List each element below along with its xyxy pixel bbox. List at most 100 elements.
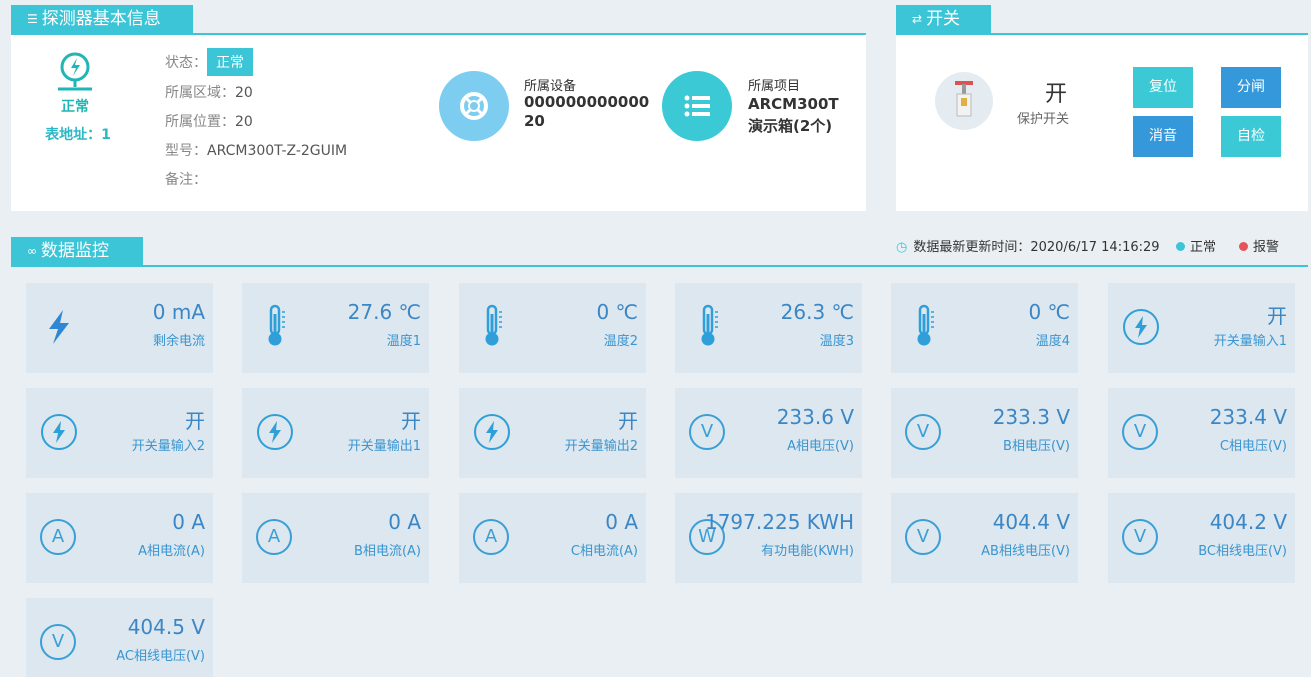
tile-value: 0 ℃ (1028, 300, 1070, 324)
tile-name: BC相线电压(V) (1198, 544, 1287, 559)
tile-value: 404.5 V (127, 615, 205, 639)
monitor-tile: V 233.6 V A相电压(V) (675, 388, 862, 478)
update-time: 2020/6/17 14:16:29 (1030, 240, 1160, 255)
self-test-button[interactable]: 自检 (1221, 116, 1281, 157)
legend-normal: 正常 (1176, 236, 1216, 255)
monitor-tile: V 233.4 V C相电压(V) (1108, 388, 1295, 478)
switch-section-title: 开关 (926, 9, 961, 29)
tile-value: 开 (401, 409, 421, 433)
tile-name: B相电压(V) (1003, 439, 1070, 454)
voltage-icon: V (40, 624, 76, 660)
tile-value: 233.6 V (776, 405, 854, 429)
mute-button[interactable]: 消音 (1133, 116, 1193, 157)
thermometer-icon (473, 304, 511, 346)
remark-label: 备注： (165, 172, 207, 188)
sliders-icon: ☰ (27, 12, 38, 26)
switch-state: 开 (1045, 82, 1068, 107)
area-label: 所属区域： (165, 85, 235, 101)
tile-value: 开 (1267, 304, 1287, 328)
monitor-tile: 0 ℃ 温度2 (459, 283, 646, 373)
tile-value: 27.6 ℃ (347, 300, 421, 324)
breaker-image (935, 72, 993, 130)
monitor-tile: 开开关量输入1 (1108, 283, 1295, 373)
clock-icon: ◷ (896, 240, 908, 255)
tile-value: 1797.225 KWH (704, 510, 854, 534)
tile-name: B相电流(A) (354, 544, 421, 559)
open-breaker-button[interactable]: 分闸 (1221, 67, 1281, 108)
tile-name: 温度4 (1035, 334, 1070, 349)
monitor-tile: 0 ℃ 温度4 (891, 283, 1078, 373)
tile-name: 温度3 (819, 334, 854, 349)
tile-name: 温度1 (386, 334, 421, 349)
device-circle (439, 71, 509, 141)
area-row: 所属区域：20 (165, 82, 253, 102)
position-row: 所属位置：20 (165, 111, 253, 131)
switch-bolt-icon (256, 413, 294, 451)
monitor-tile: V 233.3 V B相电压(V) (891, 388, 1078, 478)
voltage-icon: V (1122, 414, 1158, 450)
legend-alarm: 报警 (1239, 236, 1279, 255)
monitor-tile: V 404.4 V AB相线电压(V) (891, 493, 1078, 583)
project-circle (662, 71, 732, 141)
monitor-tile: V 404.2 V BC相线电压(V) (1108, 493, 1295, 583)
current-icon: A (256, 519, 292, 555)
voltage-icon: V (905, 519, 941, 555)
model-row: 型号：ARCM300T-Z-2GUIM (165, 140, 347, 160)
tile-name: 开关量输出2 (564, 439, 638, 454)
legend-alarm-label: 报警 (1253, 240, 1280, 255)
tile-value: 404.2 V (1209, 510, 1287, 534)
reset-button[interactable]: 复位 (1133, 67, 1193, 108)
thermometer-icon (689, 304, 727, 346)
tile-value: 0 mA (152, 300, 205, 324)
status-badge: 正常 (207, 48, 253, 76)
area-value: 20 (235, 85, 253, 101)
tile-name: 温度2 (603, 334, 638, 349)
breaker-icon (955, 81, 973, 117)
monitor-tile: 开开关量输入2 (26, 388, 213, 478)
device-value-line1: 000000000000 (524, 93, 650, 111)
tile-name: 有功电能(KWH) (761, 544, 854, 559)
lightning-icon (40, 308, 78, 346)
tile-name: C相电流(A) (570, 544, 638, 559)
refresh-icon: ⇄ (912, 12, 923, 26)
voltage-icon: V (689, 414, 725, 450)
tile-value: 开 (618, 409, 638, 433)
monitor-section-title: 数据监控 (41, 241, 109, 261)
monitor-tile: A 0 A B相电流(A) (242, 493, 429, 583)
tile-value: 26.3 ℃ (780, 300, 854, 324)
voltage-icon: V (1122, 519, 1158, 555)
normal-dot-icon (1176, 242, 1185, 251)
switch-bolt-icon (473, 413, 511, 451)
info-section-title: 探测器基本信息 (41, 9, 161, 29)
device-value-line2: 20 (524, 112, 545, 130)
tile-name: A相电流(A) (138, 544, 205, 559)
monitor-section-tab: ∞ 数据监控 (11, 237, 143, 265)
project-value-line1: ARCM300T (748, 95, 839, 113)
monitor-tile: A 0 A C相电流(A) (459, 493, 646, 583)
switch-section-tab: ⇄ 开关 (896, 5, 991, 33)
position-value: 20 (235, 114, 253, 130)
tile-name: 开关量输出1 (347, 439, 421, 454)
monitor-tile: V 404.5 V AC相线电压(V) (26, 598, 213, 677)
tile-name: 开关量输入2 (131, 439, 205, 454)
model-label: 型号： (165, 143, 207, 159)
switch-label: 保护开关 (1017, 112, 1070, 127)
legend-normal-label: 正常 (1190, 240, 1217, 255)
project-value-line2: 演示箱(2个) (748, 117, 833, 135)
info-section-tab: ☰ 探测器基本信息 (11, 5, 193, 33)
meter-address: 表地址：1 (45, 127, 111, 143)
project-title: 所属项目 (748, 79, 801, 94)
status-label: 状态： (165, 55, 207, 71)
meter-icon (58, 52, 92, 91)
position-label: 所属位置： (165, 114, 235, 130)
alarm-dot-icon (1239, 242, 1248, 251)
lifebuoy-icon (460, 92, 488, 120)
tile-value: 404.4 V (992, 510, 1070, 534)
tile-value: 0 A (172, 510, 205, 534)
tile-value: 233.4 V (1209, 405, 1287, 429)
model-value: ARCM300T-Z-2GUIM (207, 143, 348, 159)
current-icon: A (40, 519, 76, 555)
monitor-tile: A 0 A A相电流(A) (26, 493, 213, 583)
monitor-tile: 27.6 ℃ 温度1 (242, 283, 429, 373)
monitor-tile: 0 mA 剩余电流 (26, 283, 213, 373)
